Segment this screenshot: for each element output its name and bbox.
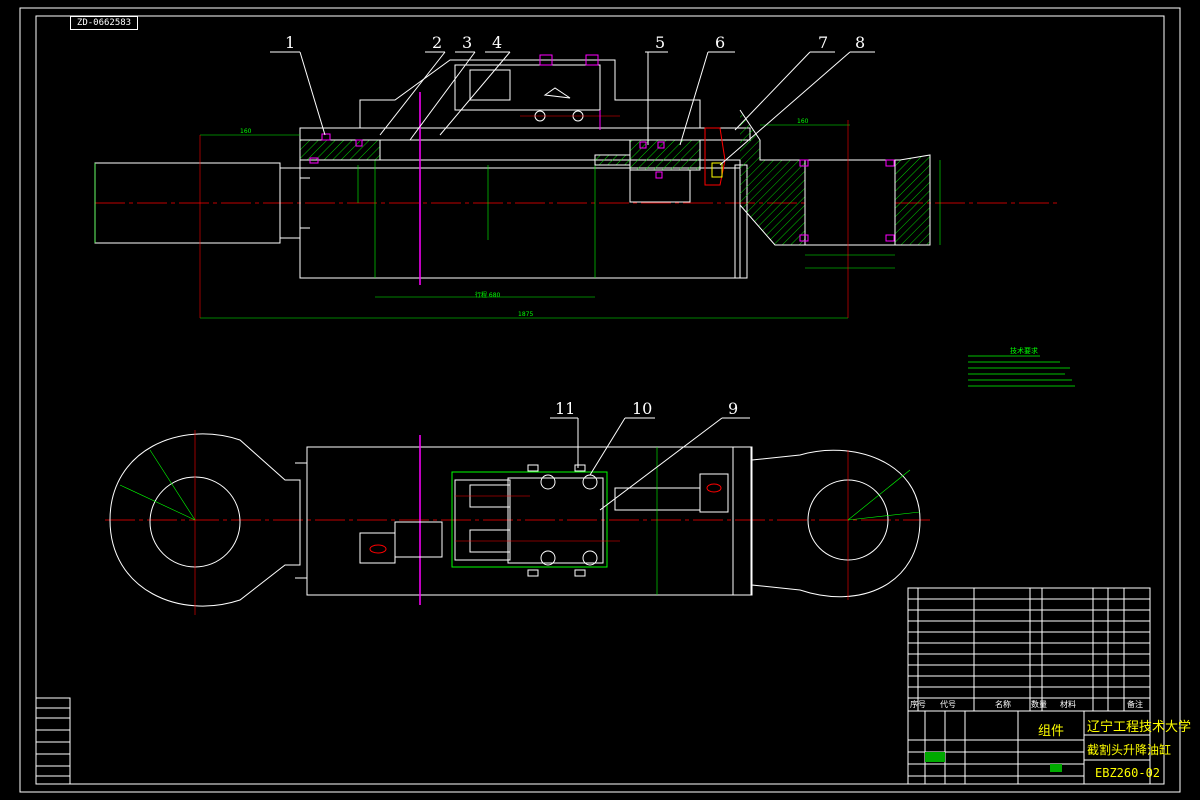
sheet-border-inner <box>35 15 1165 785</box>
notes-title: 技术要求 <box>1010 347 1038 355</box>
bom-col-qty: 数量 <box>1031 700 1047 709</box>
balloon-11: 11 <box>555 399 576 418</box>
balloon-1: 1 <box>285 33 296 52</box>
balloon-3: 3 <box>462 33 473 52</box>
balloon-9: 9 <box>728 399 739 418</box>
balloon-7: 7 <box>818 33 829 52</box>
dim-rod-left: 160 <box>240 128 252 135</box>
balloon-6: 6 <box>715 33 726 52</box>
drawing-code: EBZ260-02 <box>1095 766 1161 780</box>
drawing-name: 截割头升降油缸 <box>1087 743 1172 757</box>
balloon-10: 10 <box>632 399 653 418</box>
bom-col-index: 序号 <box>910 700 926 709</box>
bom-col-code: 代号 <box>940 700 956 709</box>
balloon-4: 4 <box>492 33 503 52</box>
bom-col-name: 名称 <box>995 700 1011 709</box>
balloon-8: 8 <box>855 33 866 52</box>
section-view-top <box>94 51 1060 319</box>
component-label: 组件 <box>1038 724 1065 739</box>
technical-notes <box>968 355 1075 387</box>
balloon-2: 2 <box>432 33 443 52</box>
university-name: 辽宁工程技术大学 <box>1087 720 1192 735</box>
bom-col-material: 材料 <box>1060 700 1076 709</box>
balloon-5: 5 <box>655 33 666 52</box>
cad-drawing-canvas <box>19 7 1181 793</box>
revision-strip <box>35 697 71 785</box>
dim-total-length: 1875 <box>518 311 534 318</box>
bom-col-remark: 备注 <box>1127 700 1143 709</box>
drawing-stamp: ZD-0662583 <box>70 16 138 30</box>
plan-view-bottom <box>105 417 930 615</box>
dim-stroke: 行程 680 <box>475 292 501 299</box>
dim-rod-right: 160 <box>797 118 809 125</box>
